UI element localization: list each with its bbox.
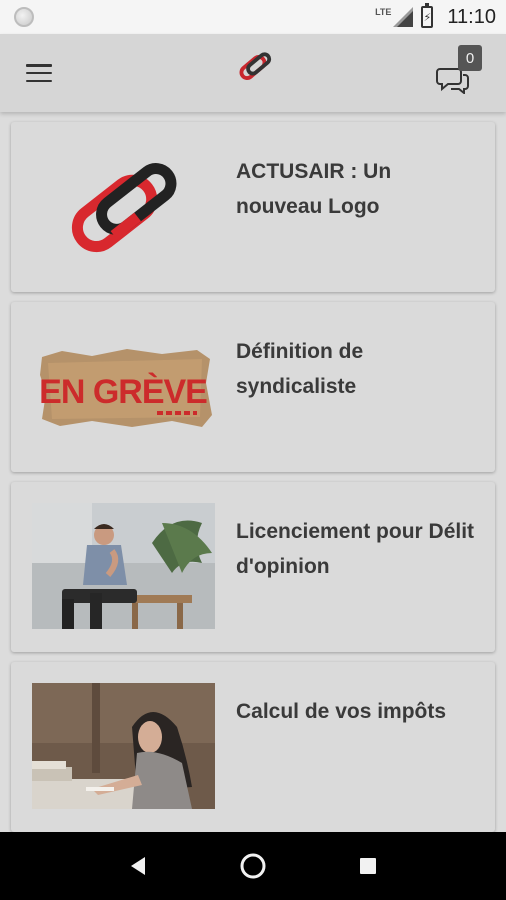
paperclip-logo-thumbnail	[32, 143, 215, 269]
article-title[interactable]: ACTUSAIR : Un nouveau Logo	[236, 154, 476, 224]
status-bar: LTE ⚡ 11:10	[0, 0, 506, 34]
article-title[interactable]: Calcul de vos impôts	[236, 694, 476, 729]
back-triangle-icon[interactable]	[118, 846, 158, 886]
article-title[interactable]: Définition de syndicaliste	[236, 334, 476, 404]
article-card[interactable]: Licenciement pour Délit d'opinion	[11, 482, 495, 652]
home-circle-icon[interactable]	[233, 846, 273, 886]
recents-square-icon[interactable]	[348, 846, 388, 886]
notification-dot-icon	[14, 7, 34, 27]
status-icons: LTE ⚡ 11:10	[375, 3, 496, 29]
hamburger-menu-icon[interactable]	[24, 62, 54, 84]
article-card[interactable]: ACTUSAIR : Un nouveau Logo	[11, 122, 495, 292]
article-list: ACTUSAIR : Un nouveau Logo EN GRÈVE Défi…	[0, 112, 506, 832]
article-card[interactable]: EN GRÈVE Définition de syndicaliste	[11, 302, 495, 472]
signal-icon	[393, 7, 414, 27]
chat-count-badge: 0	[458, 45, 482, 71]
article-card[interactable]: Calcul de vos impôts	[11, 662, 495, 832]
app-bar: 0	[0, 34, 506, 112]
chat-button[interactable]: 0	[436, 45, 488, 96]
clock: 11:10	[447, 5, 496, 28]
strike-sign-thumbnail: EN GRÈVE	[32, 323, 215, 449]
network-type: LTE	[375, 7, 392, 17]
strike-sign-text: EN GRÈVE	[39, 373, 207, 411]
paperclip-logo-icon[interactable]	[236, 48, 274, 86]
worried-man-photo	[32, 503, 215, 629]
woman-writing-photo	[32, 683, 215, 809]
battery-icon: ⚡	[421, 3, 434, 28]
navigation-bar	[0, 832, 506, 900]
article-title[interactable]: Licenciement pour Délit d'opinion	[236, 514, 476, 584]
